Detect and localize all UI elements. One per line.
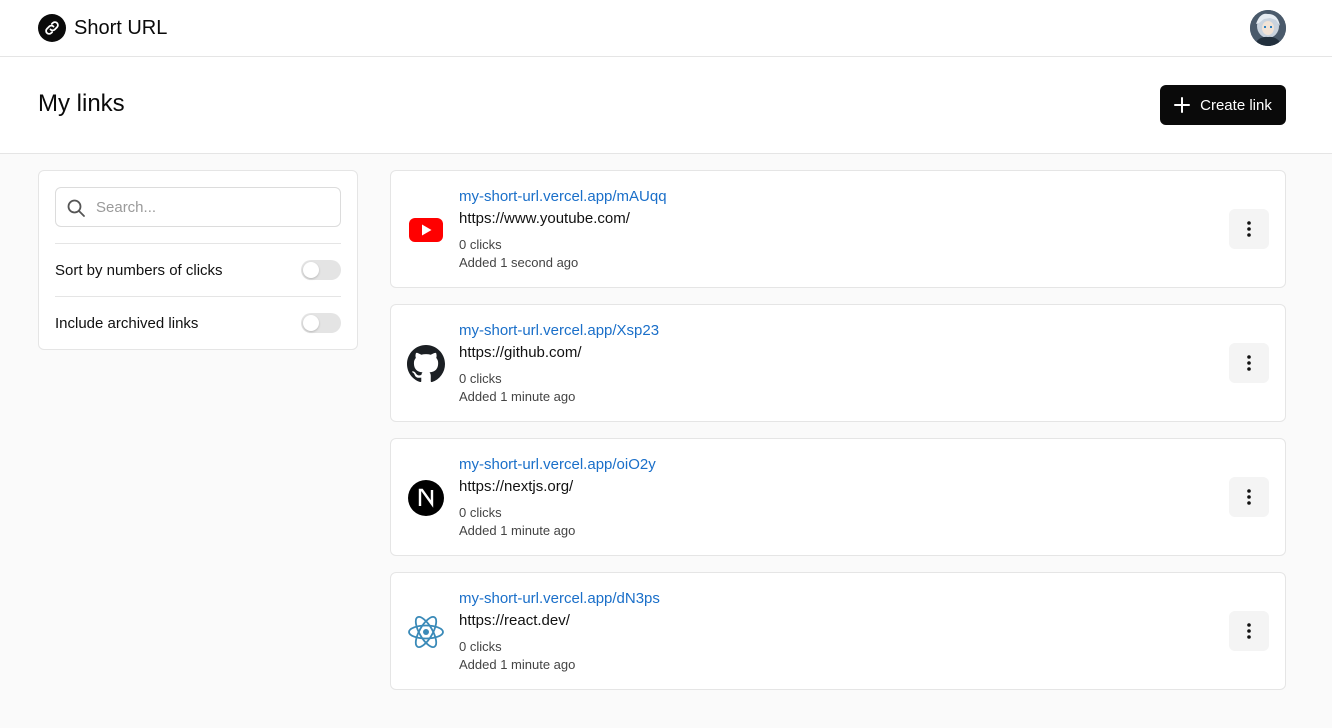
short-url-link[interactable]: my-short-url.vercel.app/mAUqq xyxy=(459,188,667,205)
plus-icon xyxy=(1174,97,1191,113)
link-card: my-short-url.vercel.app/mAUqq https://ww… xyxy=(390,170,1286,288)
target-url[interactable]: https://react.dev/ xyxy=(459,612,570,629)
short-url-link[interactable]: my-short-url.vercel.app/dN3ps xyxy=(459,590,660,607)
filter-panel: Sort by numbers of clicks Include archiv… xyxy=(38,170,358,350)
kebab-menu-icon xyxy=(1247,623,1251,639)
link-icon xyxy=(38,14,66,42)
click-count: 0 clicks xyxy=(459,639,502,654)
more-options-button[interactable] xyxy=(1229,343,1269,383)
target-url[interactable]: https://nextjs.org/ xyxy=(459,478,573,495)
target-url[interactable]: https://github.com/ xyxy=(459,344,582,361)
kebab-menu-icon xyxy=(1247,221,1251,237)
more-options-button[interactable] xyxy=(1229,611,1269,651)
react-icon xyxy=(407,613,445,651)
brand-home-link[interactable]: Short URL xyxy=(38,13,167,43)
toggle-knob xyxy=(303,315,319,331)
search-input[interactable] xyxy=(96,196,332,218)
kebab-menu-icon xyxy=(1247,355,1251,371)
page-title: My links xyxy=(38,90,125,117)
more-options-button[interactable] xyxy=(1229,477,1269,517)
added-time: Added 1 minute ago xyxy=(459,389,576,404)
click-count: 0 clicks xyxy=(459,371,502,386)
target-url[interactable]: https://www.youtube.com/ xyxy=(459,210,630,227)
toggle-knob xyxy=(303,262,319,278)
link-card: my-short-url.vercel.app/dN3ps https://re… xyxy=(390,572,1286,690)
user-avatar[interactable] xyxy=(1250,10,1286,46)
include-archived-toggle[interactable] xyxy=(301,313,341,333)
sort-by-clicks-toggle[interactable] xyxy=(301,260,341,280)
link-card: my-short-url.vercel.app/Xsp23 https://gi… xyxy=(390,304,1286,422)
sort-by-clicks-label: Sort by numbers of clicks xyxy=(55,262,223,279)
search-icon xyxy=(67,199,85,217)
short-url-link[interactable]: my-short-url.vercel.app/Xsp23 xyxy=(459,322,659,339)
create-link-label: Create link xyxy=(1200,96,1272,114)
divider xyxy=(55,243,341,244)
youtube-icon xyxy=(407,211,445,249)
nextjs-icon xyxy=(407,479,445,517)
top-navbar: Short URL xyxy=(0,0,1332,57)
click-count: 0 clicks xyxy=(459,237,502,252)
short-url-link[interactable]: my-short-url.vercel.app/oiO2y xyxy=(459,456,656,473)
page-header: My links Create link xyxy=(0,57,1332,154)
added-time: Added 1 minute ago xyxy=(459,523,576,538)
include-archived-label: Include archived links xyxy=(55,315,199,332)
app-name: Short URL xyxy=(74,16,168,39)
more-options-button[interactable] xyxy=(1229,209,1269,249)
kebab-menu-icon xyxy=(1247,489,1251,505)
link-card: my-short-url.vercel.app/oiO2y https://ne… xyxy=(390,438,1286,556)
divider xyxy=(55,296,341,297)
search-box xyxy=(55,187,341,227)
click-count: 0 clicks xyxy=(459,505,502,520)
create-link-button[interactable]: Create link xyxy=(1160,85,1286,125)
added-time: Added 1 minute ago xyxy=(459,657,576,672)
added-time: Added 1 second ago xyxy=(459,255,579,270)
github-icon xyxy=(407,345,445,383)
